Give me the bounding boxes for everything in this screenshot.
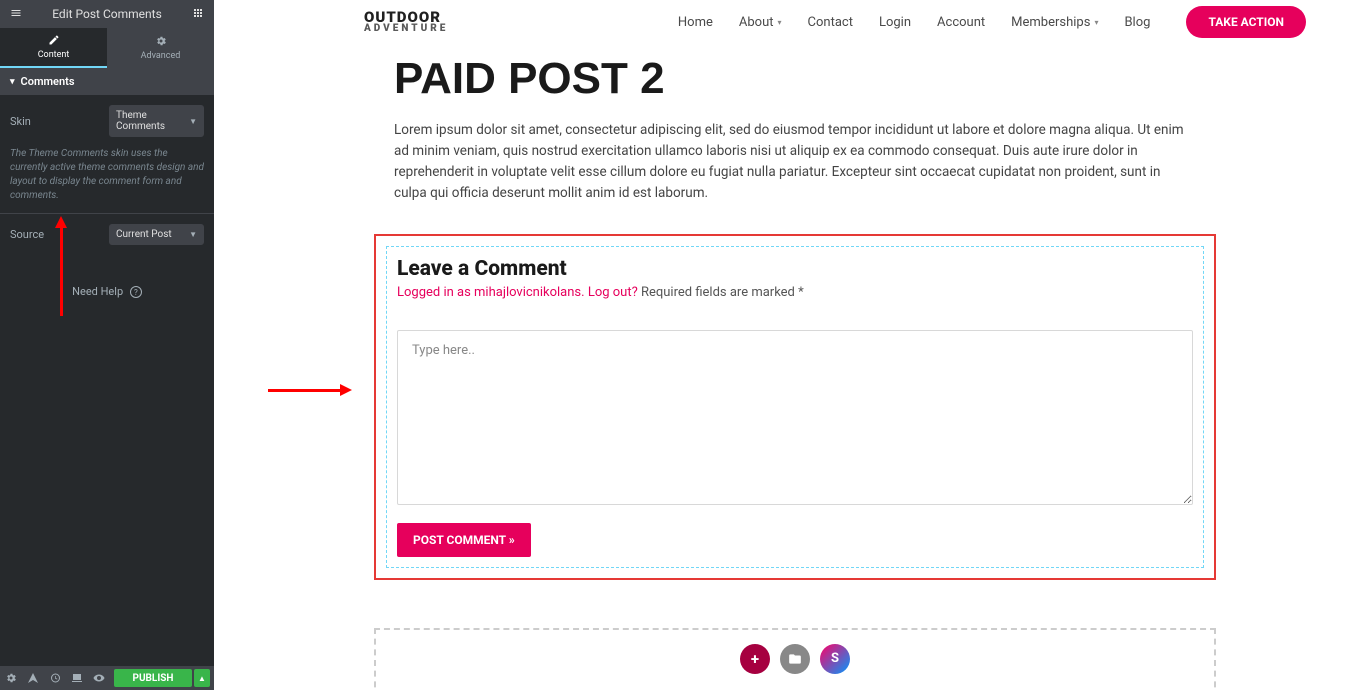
logo-line2: ADVENTURE: [364, 24, 448, 33]
required-note: Required fields are marked *: [641, 285, 804, 300]
selected-widget-outline: Leave a Comment Logged in as mihajlovicn…: [374, 234, 1216, 580]
post-body: Lorem ipsum dolor sit amet, consectetur …: [394, 120, 1196, 204]
preview-canvas: OUTDOOR ADVENTURE Home About▾ Contact Lo…: [214, 0, 1366, 690]
comment-textarea[interactable]: [397, 330, 1193, 505]
cta-button[interactable]: TAKE ACTION: [1186, 6, 1306, 38]
source-select[interactable]: Current Post ▼: [109, 224, 204, 245]
publish-options-button[interactable]: ▲: [194, 669, 210, 687]
question-icon: ?: [130, 286, 142, 298]
post-title: PAID POST 2: [394, 54, 1196, 104]
hamburger-icon[interactable]: [8, 7, 24, 22]
tab-content-label: Content: [38, 50, 70, 60]
tab-advanced[interactable]: Advanced: [107, 28, 214, 68]
main-nav: Home About▾ Contact Login Account Member…: [678, 6, 1306, 38]
post-comment-button[interactable]: POST COMMENT »: [397, 523, 531, 557]
nav-about[interactable]: About▾: [739, 15, 782, 30]
caret-down-icon: ▾: [10, 77, 15, 87]
skin-value: Theme Comments: [116, 110, 189, 132]
nav-memberships[interactable]: Memberships▾: [1011, 15, 1098, 30]
navigator-icon[interactable]: [22, 666, 44, 690]
section-comments-label: Comments: [21, 75, 75, 88]
publish-label: PUBLISH: [133, 673, 174, 684]
add-section-buttons: + S: [740, 644, 850, 674]
add-section-area[interactable]: + S: [374, 628, 1216, 690]
skin-hint: The Theme Comments skin uses the current…: [0, 147, 214, 213]
source-label: Source: [10, 228, 109, 241]
template-library-button[interactable]: [780, 644, 810, 674]
elementor-sidebar: Edit Post Comments Content Advanced ▾ Co…: [0, 0, 214, 690]
logged-in-link[interactable]: Logged in as mihajlovicnikolans: [397, 285, 581, 300]
site-logo[interactable]: OUTDOOR ADVENTURE: [364, 11, 448, 34]
need-help-label: Need Help: [72, 285, 123, 298]
folder-icon: [788, 652, 802, 666]
starter-templates-button[interactable]: S: [820, 644, 850, 674]
nav-blog[interactable]: Blog: [1124, 15, 1150, 30]
gear-icon: [155, 35, 167, 50]
logo-line1: OUTDOOR: [364, 11, 448, 25]
add-section-button[interactable]: +: [740, 644, 770, 674]
nav-login[interactable]: Login: [879, 15, 911, 30]
chevron-down-icon: ▾: [1094, 18, 1098, 27]
logout-link[interactable]: Log out?: [588, 285, 638, 300]
section-comments-header[interactable]: ▾ Comments: [0, 68, 214, 95]
nav-home[interactable]: Home: [678, 15, 713, 30]
post-content: PAID POST 2 Lorem ipsum dolor sit amet, …: [214, 44, 1366, 204]
sidebar-tabs: Content Advanced: [0, 28, 214, 68]
chevron-down-icon: ▾: [778, 18, 782, 27]
history-icon[interactable]: [44, 666, 66, 690]
widgets-grid-icon[interactable]: [190, 7, 206, 22]
publish-button[interactable]: PUBLISH: [114, 669, 192, 687]
control-source: Source Current Post ▼: [0, 214, 214, 255]
control-skin: Skin Theme Comments ▼: [0, 95, 214, 147]
tab-content[interactable]: Content: [0, 28, 107, 68]
sidebar-bottom-bar: PUBLISH ▲: [0, 666, 214, 690]
responsive-icon[interactable]: [66, 666, 88, 690]
comment-meta: Logged in as mihajlovicnikolans. Log out…: [397, 285, 1193, 300]
comment-widget[interactable]: Leave a Comment Logged in as mihajlovicn…: [386, 246, 1204, 568]
sidebar-top-bar: Edit Post Comments: [0, 0, 214, 28]
sidebar-title: Edit Post Comments: [24, 7, 190, 21]
chevron-down-icon: ▼: [189, 230, 197, 239]
need-help-link[interactable]: Need Help ?: [0, 255, 214, 328]
chevron-down-icon: ▼: [189, 117, 197, 126]
nav-account[interactable]: Account: [937, 15, 985, 30]
skin-label: Skin: [10, 115, 109, 128]
tab-advanced-label: Advanced: [141, 51, 181, 61]
settings-icon[interactable]: [0, 666, 22, 690]
site-header: OUTDOOR ADVENTURE Home About▾ Contact Lo…: [214, 0, 1366, 44]
source-value: Current Post: [116, 229, 172, 240]
skin-select[interactable]: Theme Comments ▼: [109, 105, 204, 137]
pencil-icon: [48, 34, 60, 49]
comment-heading: Leave a Comment: [397, 257, 1193, 281]
nav-contact[interactable]: Contact: [808, 15, 853, 30]
preview-icon[interactable]: [88, 666, 110, 690]
